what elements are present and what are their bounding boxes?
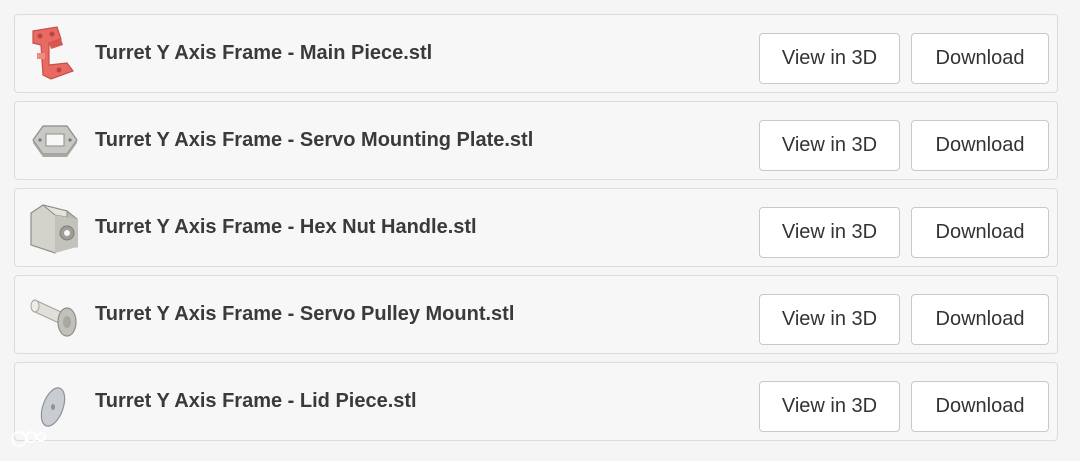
file-row: Turret Y Axis Frame - Servo Pulley Mount… <box>14 275 1058 354</box>
view-in-3d-button[interactable]: View in 3D <box>759 294 900 345</box>
download-button[interactable]: Download <box>911 120 1049 171</box>
servo-mounting-plate-part-icon <box>27 112 81 170</box>
file-row: Turret Y Axis Frame - Lid Piece.stl View… <box>14 362 1058 441</box>
view-in-3d-button[interactable]: View in 3D <box>759 207 900 258</box>
download-button[interactable]: Download <box>911 207 1049 258</box>
download-button[interactable]: Download <box>911 33 1049 84</box>
file-row: Turret Y Axis Frame - Servo Mounting Pla… <box>14 101 1058 180</box>
watermark <box>10 428 48 454</box>
stl-file-list: Turret Y Axis Frame - Main Piece.stl Vie… <box>0 0 1080 461</box>
view-in-3d-button[interactable]: View in 3D <box>759 381 900 432</box>
main-piece-part-icon <box>27 25 81 83</box>
download-button[interactable]: Download <box>911 381 1049 432</box>
view-in-3d-button[interactable]: View in 3D <box>759 33 900 84</box>
lid-piece-part-icon <box>27 373 81 431</box>
servo-pulley-mount-part-icon <box>27 286 81 344</box>
file-name[interactable]: Turret Y Axis Frame - Hex Nut Handle.stl <box>95 216 477 239</box>
file-name[interactable]: Turret Y Axis Frame - Lid Piece.stl <box>95 390 417 413</box>
watermark-logo-icon <box>10 428 48 455</box>
view-in-3d-button[interactable]: View in 3D <box>759 120 900 171</box>
file-name[interactable]: Turret Y Axis Frame - Servo Pulley Mount… <box>95 303 514 326</box>
file-row: Turret Y Axis Frame - Hex Nut Handle.stl… <box>14 188 1058 267</box>
file-name[interactable]: Turret Y Axis Frame - Servo Mounting Pla… <box>95 129 533 152</box>
file-name[interactable]: Turret Y Axis Frame - Main Piece.stl <box>95 42 432 65</box>
download-button[interactable]: Download <box>911 294 1049 345</box>
file-row: Turret Y Axis Frame - Main Piece.stl Vie… <box>14 14 1058 93</box>
hex-nut-handle-part-icon <box>27 199 81 257</box>
